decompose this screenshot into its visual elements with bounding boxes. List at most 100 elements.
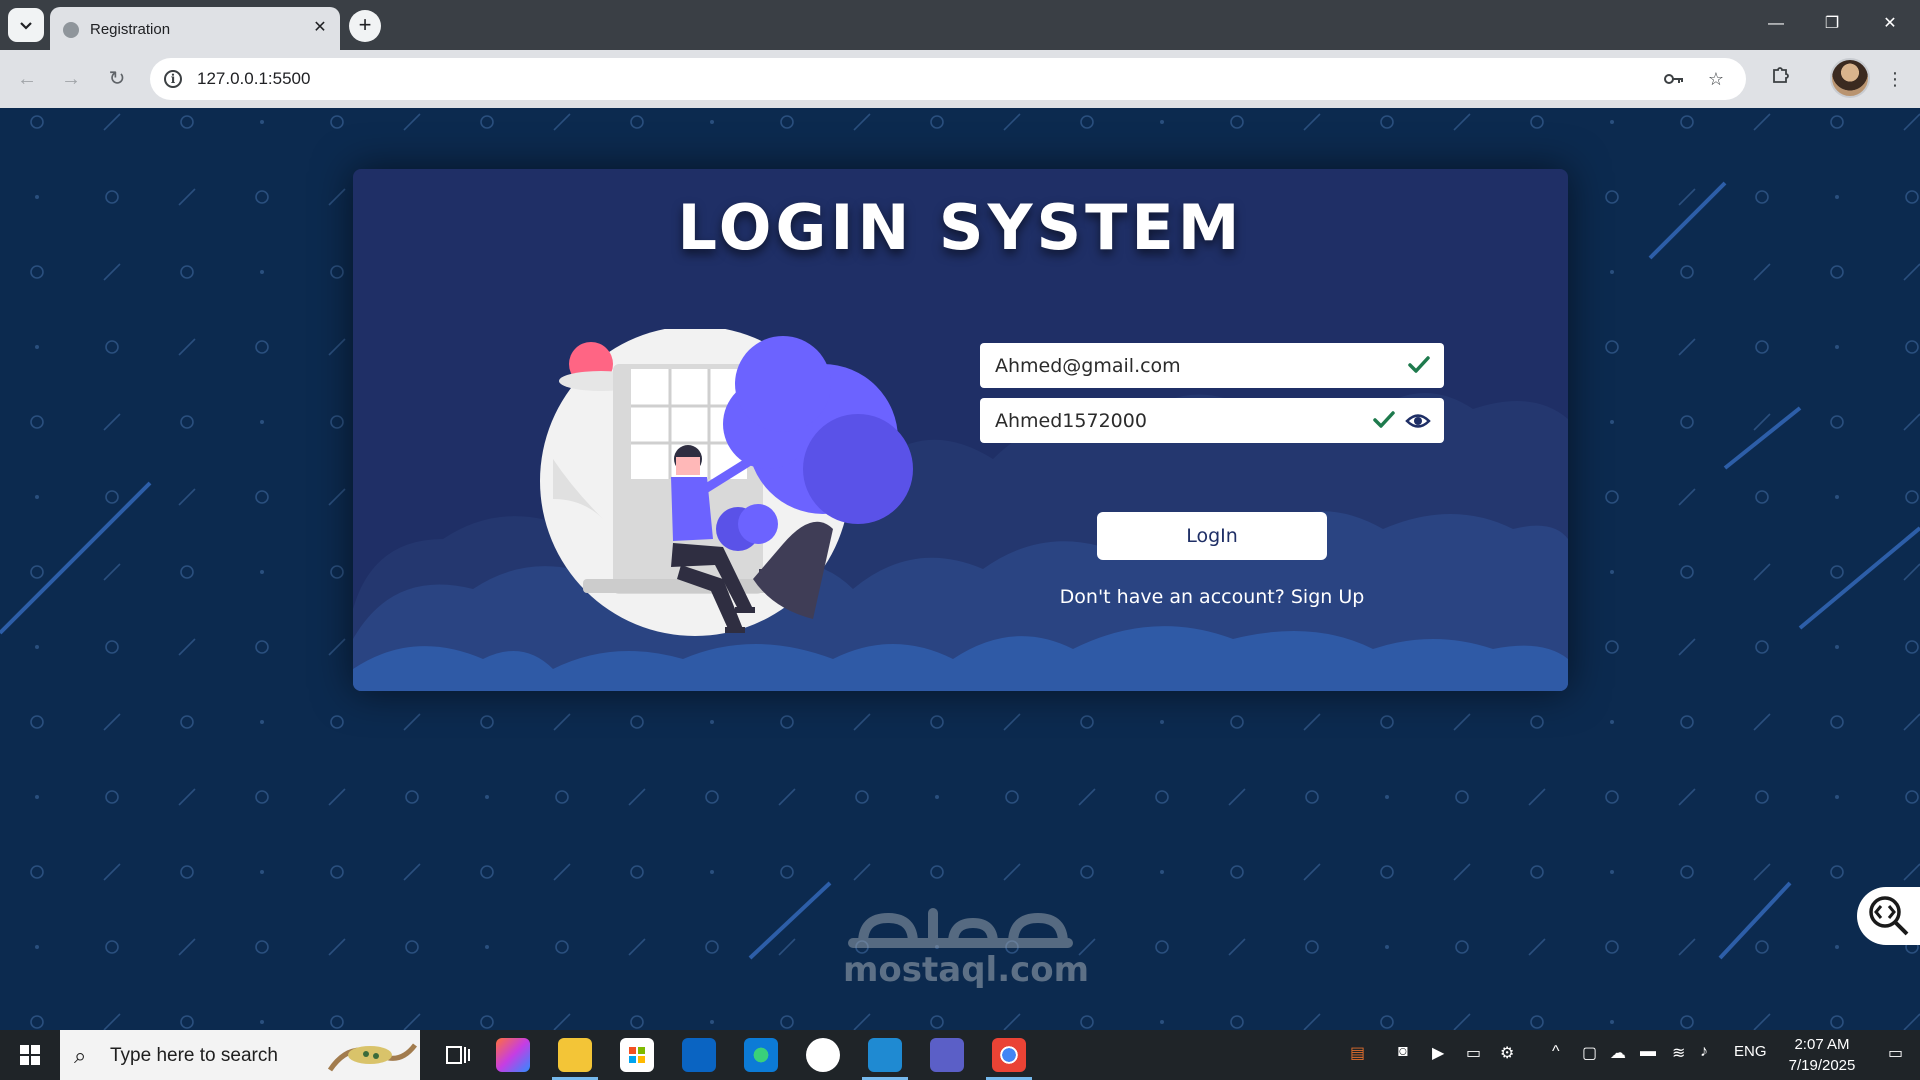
pattern-shape (1830, 265, 1844, 279)
device-icon[interactable]: ▢ (1582, 1043, 1597, 1063)
mongodb-compass-icon[interactable] (806, 1038, 840, 1072)
pattern-shape (405, 790, 419, 804)
pattern-shape (1903, 713, 1920, 731)
pattern-shape (555, 940, 569, 954)
pattern-shape (103, 713, 121, 731)
wifi-icon[interactable]: ≋ (1672, 1043, 1685, 1063)
browser-tab[interactable]: Registration ✕ (50, 7, 340, 50)
app-tray-icon[interactable]: ▤ (1350, 1043, 1365, 1063)
pattern-shape (1610, 720, 1614, 724)
pattern-shape (1905, 490, 1919, 504)
signup-link[interactable]: Don't have an account? Sign Up (1060, 586, 1365, 608)
pattern-shape (405, 940, 419, 954)
profile-avatar[interactable] (1830, 58, 1870, 98)
pattern-shape (1680, 865, 1694, 879)
bookmark-star-icon[interactable]: ☆ (1704, 67, 1728, 91)
pattern-shape (1530, 865, 1544, 879)
task-view-icon[interactable] (440, 1038, 474, 1072)
site-info-icon[interactable]: i (164, 70, 182, 88)
pattern-shape (180, 715, 194, 729)
system-clock[interactable]: 2:07 AM 7/19/2025 (1772, 1034, 1872, 1076)
pattern-shape (1605, 190, 1619, 204)
taskbar-search-box[interactable]: ⌕ Type here to search (60, 1030, 420, 1080)
close-window-button[interactable]: ✕ (1870, 10, 1910, 38)
video-icon[interactable]: ▶ (1432, 1043, 1444, 1063)
pattern-shape (1605, 490, 1619, 504)
pattern-shape (105, 940, 119, 954)
extensions-icon[interactable] (1766, 64, 1796, 94)
language-indicator[interactable]: ENG (1734, 1043, 1767, 1060)
pattern-shape (1160, 720, 1164, 724)
settings-gear-icon[interactable]: ⚙ (1500, 1043, 1514, 1063)
pattern-shape (1905, 190, 1919, 204)
microsoft-store-icon[interactable] (620, 1038, 654, 1072)
edge-icon[interactable] (744, 1038, 778, 1072)
folder-icon[interactable]: ▭ (1466, 1043, 1481, 1063)
pattern-shape (178, 938, 196, 956)
pattern-shape (180, 415, 194, 429)
pattern-shape (1753, 863, 1771, 881)
pattern-shape (1610, 570, 1614, 574)
back-icon[interactable]: ← (12, 64, 42, 94)
maximize-button[interactable]: ❐ (1812, 10, 1852, 38)
pattern-shape (1830, 865, 1844, 879)
email-input[interactable] (980, 343, 1444, 388)
pattern-shape (30, 265, 44, 279)
forward-icon[interactable]: → (56, 64, 86, 94)
pattern-shape (930, 1015, 944, 1029)
onedrive-icon[interactable]: ☁ (1610, 1043, 1626, 1063)
pattern-shape (553, 713, 571, 731)
menu-icon[interactable]: ⋮ (1880, 64, 1910, 94)
password-key-icon[interactable] (1662, 67, 1686, 91)
windows-start-icon[interactable] (10, 1042, 50, 1068)
file-explorer-icon[interactable] (552, 1038, 598, 1080)
minimize-button[interactable]: — (1756, 10, 1796, 38)
pattern-shape (630, 1015, 644, 1029)
pattern-shape (1080, 115, 1094, 129)
pattern-shape (255, 640, 269, 654)
pattern-shape (1228, 938, 1246, 956)
chevron-up-icon[interactable]: ^ (1552, 1043, 1560, 1061)
login-button[interactable]: LogIn (1097, 512, 1327, 560)
pattern-shape (1305, 790, 1319, 804)
tab-search-button[interactable] (8, 8, 44, 42)
pattern-shape (1753, 113, 1771, 131)
pattern-shape (1753, 263, 1771, 281)
page-viewport: LOGIN SYSTEM Ahmed@gmail.com Ahmed157200… (0, 108, 1920, 1030)
vs-code-icon[interactable] (862, 1038, 908, 1080)
password-field[interactable] (980, 398, 1444, 443)
pattern-shape (710, 120, 714, 124)
globe-icon (63, 22, 79, 38)
pattern-shape (1080, 865, 1094, 879)
pattern-shape (1003, 113, 1021, 131)
pattern-shape (1678, 338, 1696, 356)
pattern-shape (628, 788, 646, 806)
email-field[interactable] (980, 343, 1444, 388)
reload-icon[interactable]: ↻ (102, 64, 132, 94)
chrome-icon[interactable] (986, 1038, 1032, 1080)
eye-icon[interactable] (1405, 409, 1431, 433)
outlook-icon[interactable] (682, 1038, 716, 1072)
pattern-shape (180, 265, 194, 279)
battery-icon[interactable]: ▬ (1640, 1043, 1656, 1061)
camera-icon[interactable]: ◙ (1398, 1043, 1408, 1061)
pattern-shape (1835, 945, 1839, 949)
pattern-shape (103, 263, 121, 281)
pattern-shape (328, 938, 346, 956)
volume-icon[interactable]: ♪ (1700, 1043, 1708, 1061)
pattern-shape (178, 338, 196, 356)
side-feedback-widget[interactable] (1857, 887, 1920, 945)
search-code-icon (1869, 896, 1909, 936)
signup-prompt[interactable]: Don't have an account? Sign Up (980, 586, 1444, 608)
illustration-woman-at-window (540, 329, 913, 636)
pattern-shape (778, 938, 796, 956)
copilot-icon[interactable] (496, 1038, 530, 1072)
address-bar[interactable]: i 127.0.0.1:5500 ☆ (150, 58, 1746, 100)
new-tab-button[interactable]: + (349, 10, 381, 42)
pattern-shape (1230, 865, 1244, 879)
pattern-shape (780, 715, 794, 729)
tab-close-button[interactable]: ✕ (310, 18, 330, 38)
pattern-shape (105, 790, 119, 804)
notifications-icon[interactable]: ▭ (1888, 1043, 1903, 1063)
teams-icon[interactable] (930, 1038, 964, 1072)
